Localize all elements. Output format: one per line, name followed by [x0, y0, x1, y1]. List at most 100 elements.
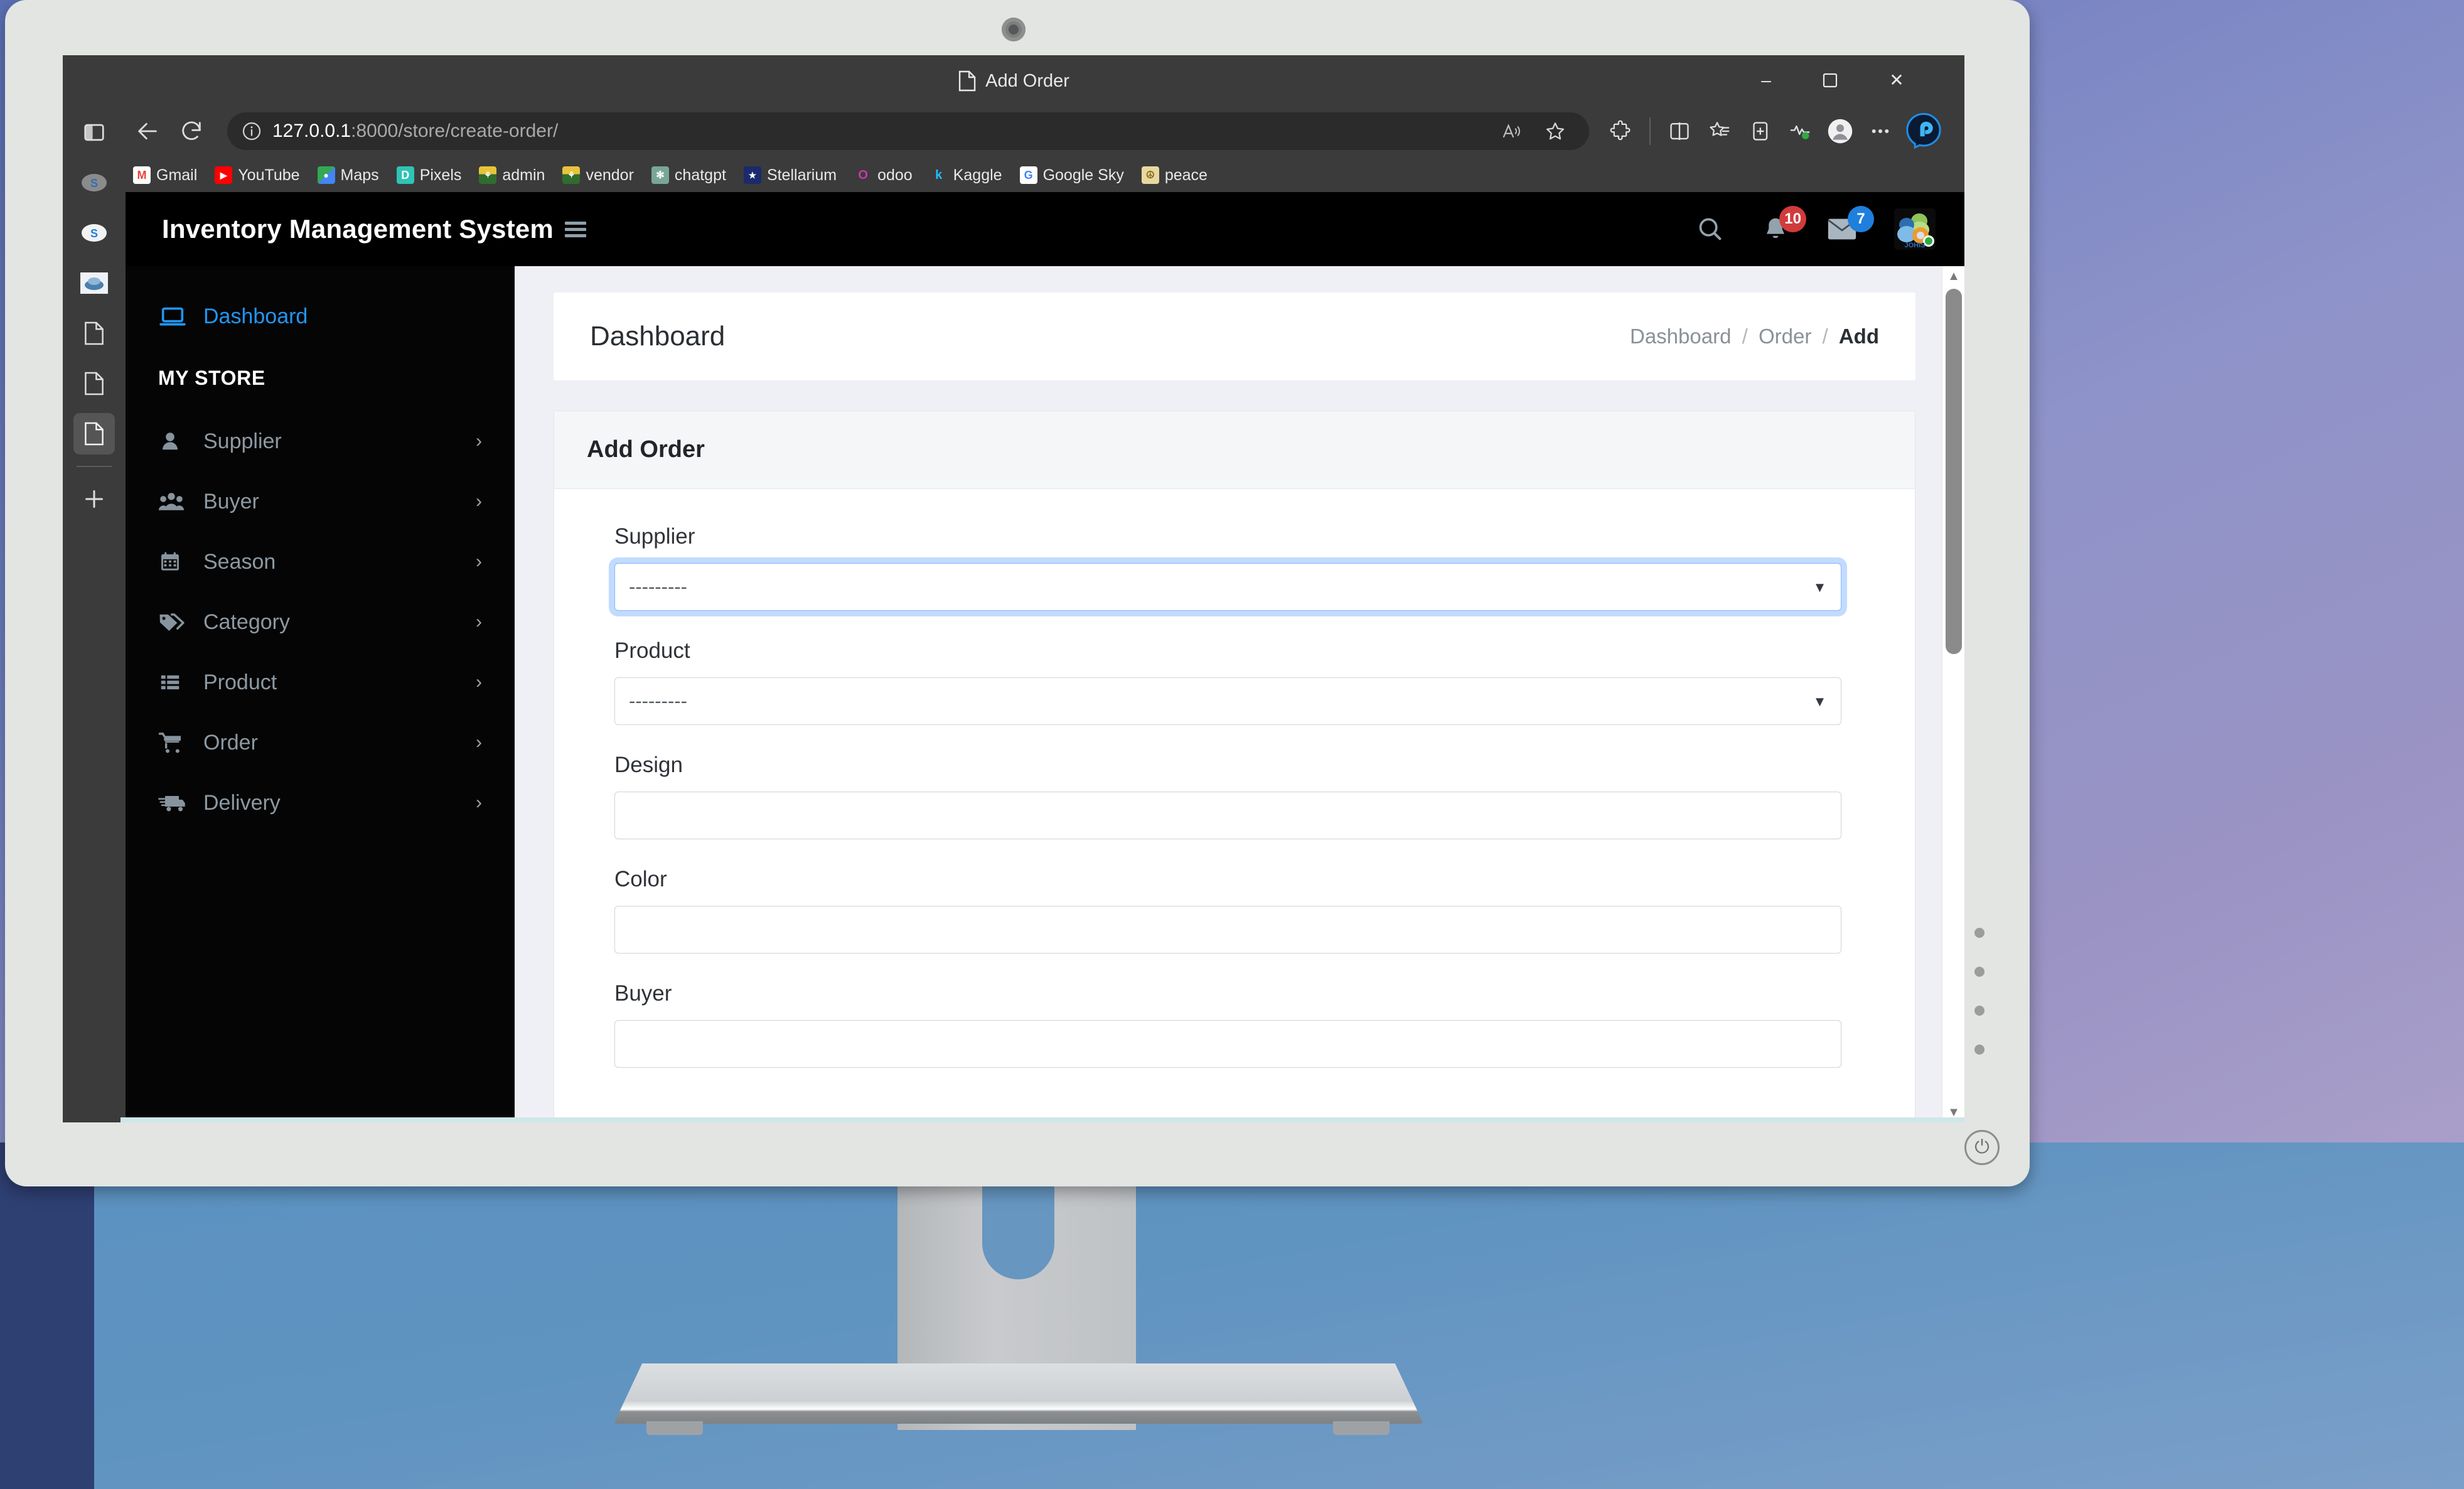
bookmark-google-sky[interactable]: G Google Sky [1012, 164, 1132, 187]
sidebar-item-category[interactable]: Category › [126, 592, 515, 652]
split-screen-icon[interactable] [1659, 111, 1700, 151]
card-body: Supplier ▾ Product [554, 489, 1915, 1121]
envelope-icon[interactable]: 7 [1826, 206, 1874, 244]
browser-essentials-icon[interactable] [1780, 111, 1820, 151]
bookmark-peace[interactable]: ☮ peace [1134, 164, 1215, 187]
buyer-input[interactable] [614, 1020, 1841, 1068]
design-label: Design [614, 753, 683, 777]
sidebar-item-product[interactable]: Product › [126, 652, 515, 712]
product-label: Product [614, 638, 690, 663]
monitor-osd-dot-4[interactable] [1974, 1045, 1985, 1055]
bookmark-label: chatgpt [674, 166, 726, 184]
reload-arrow-icon[interactable] [169, 109, 213, 153]
peace-icon: ☮ [1141, 166, 1159, 184]
bookmark-odoo[interactable]: Oodoo [847, 164, 920, 187]
monitor-power-button[interactable]: ⏻ [1964, 1130, 2000, 1165]
hamburger-icon[interactable] [564, 221, 586, 237]
collections-icon[interactable] [1700, 111, 1740, 151]
bookmark-kaggle[interactable]: k Kaggle [923, 164, 1010, 187]
bookmark-youtube[interactable]: ▶ YouTube [207, 164, 307, 187]
list-icon [158, 670, 203, 694]
scroll-up-arrow[interactable]: ▲ [1942, 266, 1964, 286]
vertical-tab-rail: S S [63, 104, 126, 1122]
window-title-group: Add Order [958, 70, 1069, 92]
new-tab-button[interactable] [73, 478, 115, 520]
breadcrumb-root[interactable]: Dashboard [1630, 325, 1731, 348]
profile-icon[interactable] [1820, 111, 1860, 151]
kaggle-icon: k [929, 166, 948, 184]
address-bar[interactable]: 127.0.0.1:8000/store/create-order/ [227, 112, 1589, 150]
back-arrow-icon[interactable] [126, 109, 169, 153]
bell-icon[interactable]: 10 [1761, 206, 1806, 244]
windows-taskbar: 33°C Haze Search [121, 1117, 1964, 1122]
page-doc-icon [958, 70, 977, 92]
cart-icon [158, 731, 203, 755]
color-input[interactable] [614, 906, 1841, 954]
page-scrollbar[interactable]: ▲ ▼ [1942, 266, 1964, 1122]
monitor-osd-dot-1[interactable] [1974, 928, 1985, 938]
sidebar-item-supplier[interactable]: Supplier › [126, 411, 515, 471]
favorite-star-icon[interactable] [1535, 111, 1575, 151]
window-minimize-button[interactable]: – [1737, 65, 1795, 95]
sidebar-item-buyer[interactable]: Buyer › [126, 471, 515, 532]
monitor-osd-dot-3[interactable] [1974, 1006, 1985, 1016]
gmail-icon: M [133, 166, 151, 184]
design-input[interactable] [614, 792, 1841, 839]
chevron-right-icon: › [476, 672, 482, 692]
tab-image-icon[interactable] [73, 262, 115, 304]
admin-icon: ⚘ [479, 166, 497, 184]
bookmark-admin[interactable]: ⚘ admin [471, 164, 552, 187]
sidebar-item-season[interactable]: Season › [126, 532, 515, 592]
bookmark-maps[interactable]: ● Maps [310, 164, 387, 187]
breadcrumb-current: Add [1838, 325, 1879, 348]
form-group-design: Design [614, 753, 1855, 839]
tags-icon [158, 610, 203, 634]
bookmark-label: Kaggle [953, 166, 1002, 184]
sidebar-item-delivery[interactable]: Delivery › [126, 773, 515, 833]
bookmark-vendor[interactable]: ⚘ vendor [555, 164, 641, 187]
web-page-viewport: Inventory Management System 10 7 JOHIS D… [126, 192, 1964, 1122]
browser-titlebar: Add Order – ✕ [63, 55, 1964, 104]
tab-s-active-icon[interactable]: S [73, 212, 115, 254]
bookmark-label: admin [502, 166, 545, 184]
avatar[interactable]: JOHIS [1894, 208, 1936, 250]
svg-text:S: S [90, 177, 98, 190]
tab-page-1-icon[interactable] [73, 313, 115, 354]
toolbar-divider [1649, 117, 1651, 145]
monitor-osd-dot-2[interactable] [1974, 967, 1985, 977]
copilot-icon[interactable] [1900, 108, 1947, 154]
breadcrumb-separator: / [1742, 325, 1748, 348]
app-sidebar: Dashboard MY STORE Supplier › Buyer › Se… [126, 266, 515, 1122]
sidebar-item-dashboard[interactable]: Dashboard [126, 286, 515, 347]
chevron-right-icon: › [476, 792, 482, 813]
monitor-stand-base [614, 1363, 1423, 1424]
tab-s-inactive-icon[interactable]: S [73, 162, 115, 203]
notifications-badge: 10 [1779, 206, 1806, 232]
product-select[interactable] [614, 677, 1841, 725]
card-title: Add Order [587, 436, 705, 463]
tab-page-3-icon[interactable] [73, 413, 115, 454]
search-icon[interactable] [1696, 215, 1725, 244]
scrollbar-thumb[interactable] [1946, 289, 1962, 654]
bookmark-gmail[interactable]: M Gmail [126, 164, 205, 187]
tab-panel-icon[interactable] [73, 112, 115, 153]
supplier-select[interactable] [614, 563, 1841, 611]
bookmark-chatgpt[interactable]: ✻ chatgpt [644, 164, 734, 187]
tab-page-2-icon[interactable] [73, 363, 115, 404]
youtube-icon: ▶ [215, 166, 233, 184]
bookmark-pixels[interactable]: D Pixels [389, 164, 469, 187]
chevron-right-icon: › [476, 431, 482, 451]
window-close-button[interactable]: ✕ [1868, 65, 1926, 95]
extensions-icon[interactable] [1600, 111, 1641, 151]
url-text[interactable]: 127.0.0.1:8000/store/create-order/ [272, 121, 558, 142]
read-aloud-icon[interactable] [1491, 111, 1531, 151]
add-to-collections-icon[interactable] [1740, 111, 1780, 151]
bookmark-stellarium[interactable]: ★ Stellarium [736, 164, 844, 187]
settings-more-icon[interactable] [1860, 111, 1900, 151]
page-header-bar: Dashboard Dashboard / Order / Add [554, 293, 1915, 380]
breadcrumb-middle[interactable]: Order [1759, 325, 1811, 348]
add-order-card: Add Order Supplier ▾ [554, 411, 1915, 1121]
window-maximize-button[interactable] [1801, 65, 1859, 95]
site-info-icon[interactable] [241, 121, 262, 142]
sidebar-item-order[interactable]: Order › [126, 712, 515, 773]
